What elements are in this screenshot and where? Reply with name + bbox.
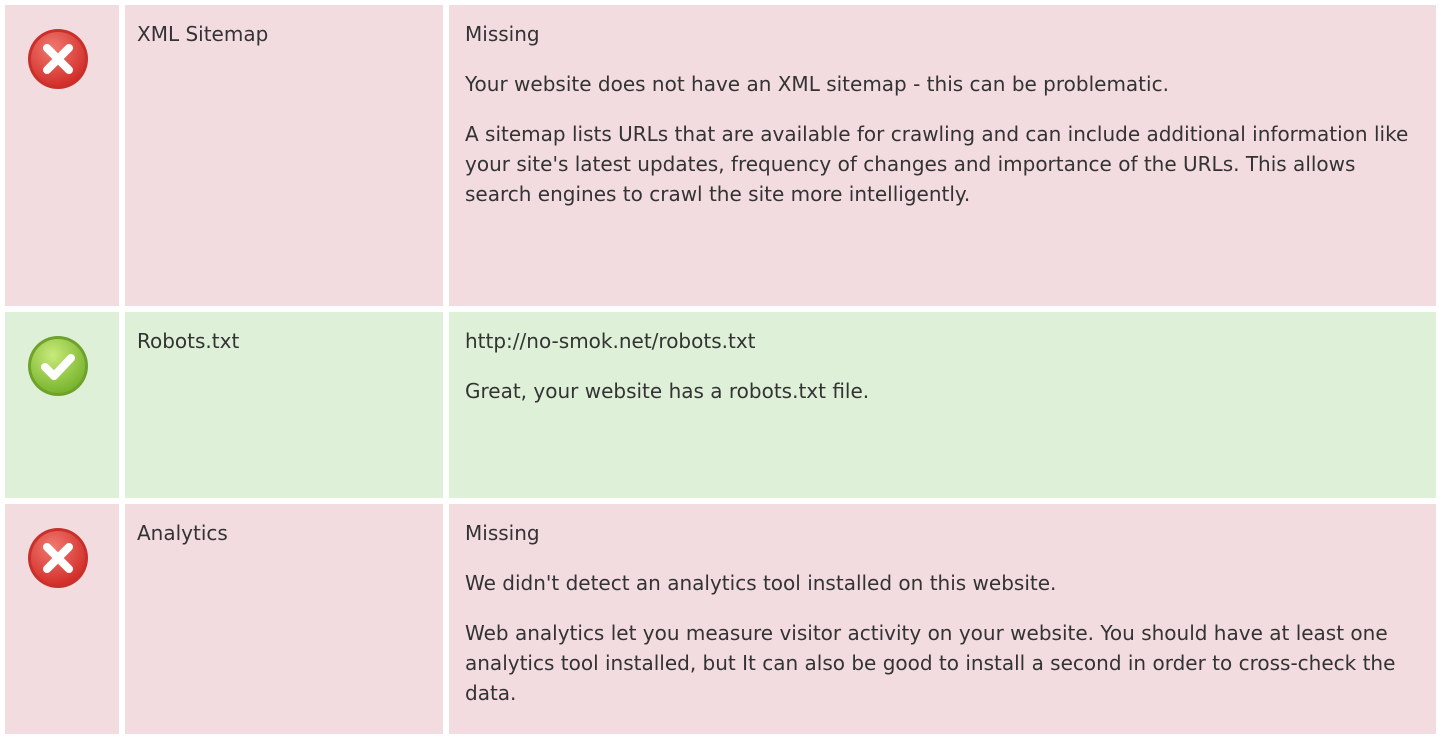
check-value: Missing — [465, 22, 540, 46]
check-paragraph: Web analytics let you measure visitor ac… — [465, 621, 1396, 705]
error-x-icon — [26, 526, 90, 590]
check-value: Missing — [465, 521, 540, 545]
check-paragraph: We didn't detect an analytics tool insta… — [465, 571, 1057, 595]
report-row-analytics: Analytics Missing We didn't detect an an… — [5, 504, 1436, 734]
seo-report-table: XML Sitemap Missing Your website does no… — [0, 0, 1442, 740]
check-name: XML Sitemap — [125, 5, 443, 306]
check-paragraph: A sitemap lists URLs that are available … — [465, 122, 1409, 206]
check-name: Analytics — [125, 504, 443, 734]
check-detail: http://no-smok.net/robots.txt Great, you… — [449, 312, 1436, 498]
check-name: Robots.txt — [125, 312, 443, 498]
check-detail: Missing We didn't detect an analytics to… — [449, 504, 1436, 734]
status-cell — [5, 5, 119, 306]
check-detail: Missing Your website does not have an XM… — [449, 5, 1436, 306]
check-value: http://no-smok.net/robots.txt — [465, 329, 756, 353]
check-paragraph: Great, your website has a robots.txt fil… — [465, 379, 870, 403]
report-row-robots-txt: Robots.txt http://no-smok.net/robots.txt… — [5, 312, 1436, 498]
status-cell — [5, 312, 119, 498]
success-check-icon — [26, 334, 90, 398]
check-paragraph: Your website does not have an XML sitema… — [465, 72, 1169, 96]
error-x-icon — [26, 27, 90, 91]
status-cell — [5, 504, 119, 734]
report-row-xml-sitemap: XML Sitemap Missing Your website does no… — [5, 5, 1436, 306]
